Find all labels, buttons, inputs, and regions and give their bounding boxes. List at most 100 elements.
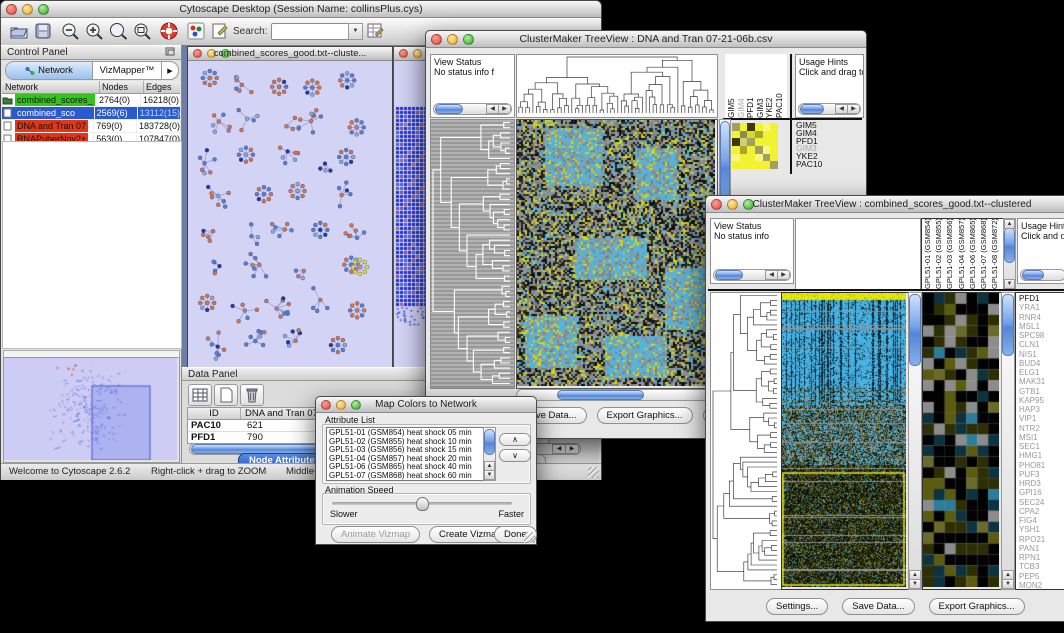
scrollbar-thumb[interactable]: [484, 429, 495, 455]
matrix-cell[interactable]: [747, 154, 755, 162]
resize-grip[interactable]: [524, 532, 535, 543]
scroll-down-icon[interactable]: ▼: [909, 579, 921, 589]
network-overview[interactable]: [3, 357, 180, 463]
matrix-cell[interactable]: [763, 138, 771, 146]
gene-label[interactable]: TCB3: [1019, 562, 1064, 571]
tv2-column-label[interactable]: GPL51-07 (GSM868): [979, 219, 990, 289]
tv1-column-label[interactable]: PFD1: [746, 54, 756, 118]
tv1-heatmap[interactable]: [516, 119, 718, 389]
matrix-cell[interactable]: [732, 161, 740, 169]
gene-label[interactable]: CPA2: [1019, 507, 1064, 516]
gene-label[interactable]: SEC1: [1019, 442, 1064, 451]
gene-label[interactable]: MAK31: [1019, 377, 1064, 386]
main-titlebar[interactable]: Cytoscape Desktop (Session Name: collins…: [1, 1, 601, 18]
matrix-cell[interactable]: [755, 161, 763, 169]
usage-hints-scrollbar[interactable]: ◀ ▶: [798, 103, 861, 115]
tv2-global-heatmap[interactable]: [781, 292, 909, 590]
move-down-button[interactable]: ∨: [499, 449, 531, 462]
export-graphics-button[interactable]: Export Graphics...: [929, 598, 1025, 615]
column-dendrogram-area[interactable]: [795, 218, 921, 290]
tv1-column-label[interactable]: YKE2: [765, 54, 775, 118]
minimize-icon[interactable]: [413, 49, 422, 58]
scroll-right-icon[interactable]: ▶: [847, 104, 860, 114]
matrix-cell[interactable]: [740, 131, 748, 139]
tv2-collabel-scrollbar[interactable]: ▲ ▼: [1003, 218, 1016, 290]
move-up-button[interactable]: ∧: [499, 433, 531, 446]
col-header-network[interactable]: Network: [2, 81, 100, 93]
zoom-out-icon[interactable]: [61, 22, 81, 41]
network-row[interactable]: combined_scores_2764(0)16218(0): [2, 94, 180, 107]
settings-button[interactable]: Settings...: [766, 598, 828, 615]
usage-hints-scrollbar[interactable]: [1020, 269, 1064, 281]
matrix-cell[interactable]: [763, 154, 771, 162]
save-data-button[interactable]: Save Data...: [842, 598, 914, 615]
gene-label[interactable]: PHO81: [1019, 461, 1064, 470]
gene-label[interactable]: FIG4: [1019, 516, 1064, 525]
scrollbar-thumb[interactable]: [909, 294, 921, 366]
tv1-column-label[interactable]: GIM5: [727, 54, 737, 118]
search-input[interactable]: [271, 23, 349, 40]
network-row[interactable]: combined_sco2569(6)13112(15): [2, 107, 180, 120]
matrix-cell[interactable]: [732, 138, 740, 146]
tab-overflow-button[interactable]: ▶: [162, 62, 178, 79]
gene-label[interactable]: PEP5: [1019, 572, 1064, 581]
tv1-zoom-matrix[interactable]: [732, 123, 778, 169]
vizmapper-icon[interactable]: [187, 22, 205, 40]
scroll-left-icon[interactable]: ◀: [552, 444, 566, 454]
scroll-right-icon[interactable]: ▶: [498, 104, 511, 114]
gene-label[interactable]: RPN1: [1019, 553, 1064, 562]
treeview1-titlebar[interactable]: ClusterMaker TreeView : DNA and Tran 07-…: [426, 31, 866, 48]
tv2-column-label[interactable]: GPL51-02 (GSM855): [934, 219, 945, 289]
tv1-column-label[interactable]: PAC10: [775, 54, 785, 118]
tv1-column-label[interactable]: GIM4: [737, 54, 747, 118]
matrix-cell[interactable]: [770, 161, 778, 169]
matrix-cell[interactable]: [770, 131, 778, 139]
gene-label[interactable]: HRD3: [1019, 479, 1064, 488]
matrix-cell[interactable]: [740, 138, 748, 146]
tv2-column-label[interactable]: GPL51-08 (GSM872): [990, 219, 1001, 289]
matrix-cell[interactable]: [747, 161, 755, 169]
gene-label[interactable]: HMG1: [1019, 451, 1064, 460]
scrollbar-thumb[interactable]: [1022, 270, 1044, 280]
scrollbar-thumb[interactable]: [715, 270, 743, 280]
tab-vizmapper[interactable]: VizMapper™: [93, 62, 162, 79]
tv2-column-label[interactable]: GPL51-03 (GSM856): [945, 219, 956, 289]
gene-label[interactable]: MSL1: [1019, 322, 1064, 331]
export-graphics-button[interactable]: Export Graphics...: [597, 407, 693, 424]
tv1-row-label[interactable]: PAC10: [796, 161, 856, 169]
attribute-editor-icon[interactable]: [367, 22, 385, 40]
network-tree-area[interactable]: [2, 141, 182, 349]
data-col-id[interactable]: ID: [188, 408, 241, 419]
network-view-canvas[interactable]: [188, 61, 390, 367]
scrollbar-thumb[interactable]: [435, 104, 463, 114]
matrix-cell[interactable]: [763, 161, 771, 169]
column-dendrogram[interactable]: [516, 54, 718, 118]
matrix-cell[interactable]: [740, 123, 748, 131]
scroll-up-icon[interactable]: ▲: [1004, 219, 1015, 229]
attribute-list[interactable]: GPL51-01 (GSM854) heat shock 05 minGPL51…: [326, 427, 496, 481]
gene-label[interactable]: PUF3: [1019, 470, 1064, 479]
gene-label[interactable]: ELG1: [1019, 368, 1064, 377]
matrix-cell[interactable]: [770, 123, 778, 131]
col-header-nodes[interactable]: Nodes: [100, 81, 144, 93]
matrix-cell[interactable]: [755, 138, 763, 146]
scrollbar-thumb[interactable]: [800, 104, 824, 114]
speed-slider-thumb[interactable]: [416, 497, 429, 511]
col-header-edges[interactable]: Edges: [144, 81, 180, 93]
matrix-cell[interactable]: [770, 138, 778, 146]
gene-label[interactable]: NIS1: [1019, 350, 1064, 359]
attribute-item[interactable]: GPL51-07 (GSM868) heat shock 60 min: [327, 472, 495, 481]
view-status-scrollbar[interactable]: ◀ ▶: [433, 103, 512, 115]
gene-label[interactable]: YRA1: [1019, 303, 1064, 312]
matrix-cell[interactable]: [763, 123, 771, 131]
matrix-cell[interactable]: [732, 146, 740, 154]
gene-label[interactable]: VIP1: [1019, 414, 1064, 423]
delete-attribute-button[interactable]: [240, 384, 264, 406]
animate-vizmap-button[interactable]: Animate Vizmap: [331, 526, 420, 543]
matrix-cell[interactable]: [747, 138, 755, 146]
close-icon[interactable]: [399, 49, 408, 58]
attribute-list-scrollbar[interactable]: ▲ ▼: [483, 427, 496, 481]
gene-label[interactable]: BUD4: [1019, 359, 1064, 368]
tv2-column-label[interactable]: GPL51-06 (GSM865): [968, 219, 979, 289]
gene-label[interactable]: GPI16: [1019, 488, 1064, 497]
